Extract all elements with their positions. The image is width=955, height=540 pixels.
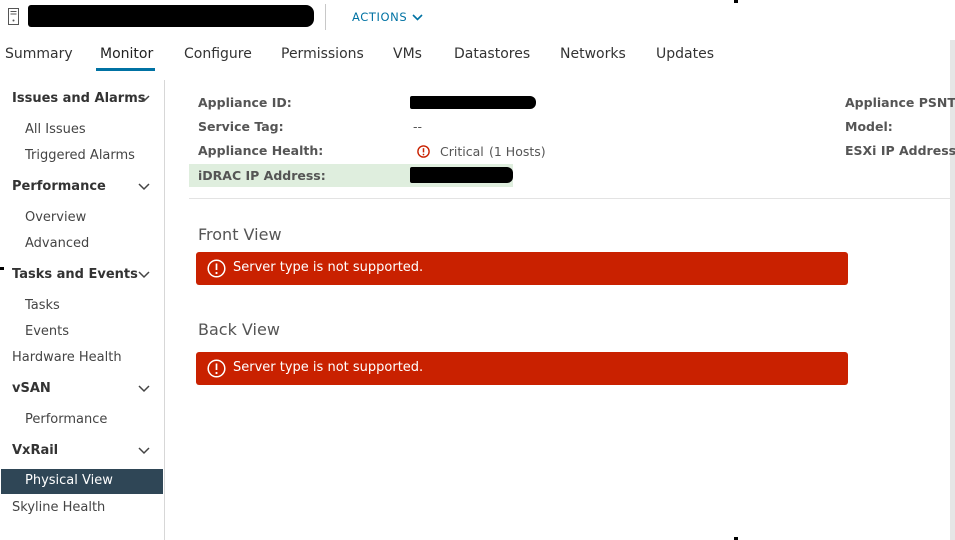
physical-view-panel: Appliance ID: Service Tag: -- Appliance … (164, 80, 955, 540)
active-tab-indicator (96, 68, 155, 71)
health-status: Critical (440, 144, 484, 159)
sidebar-group-label: Issues and Alarms (12, 91, 146, 106)
sidebar-item-tasks[interactable]: Tasks (25, 298, 60, 313)
front-view-title: Front View (198, 225, 282, 244)
tab-monitor[interactable]: Monitor (100, 46, 153, 62)
monitor-sidebar: Issues and Alarms All Issues Triggered A… (0, 80, 165, 540)
chevron-down-icon (138, 447, 150, 455)
sidebar-item-skyline-health[interactable]: Skyline Health (12, 500, 105, 515)
sidebar-group-label: Performance (12, 179, 106, 194)
back-view-title: Back View (198, 320, 280, 339)
sidebar-item-advanced[interactable]: Advanced (25, 236, 89, 251)
sidebar-item-triggered-alarms[interactable]: Triggered Alarms (25, 148, 135, 163)
redacted-host-name (28, 5, 314, 27)
chevron-down-icon (138, 385, 150, 393)
vertical-scrollbar[interactable] (950, 40, 955, 540)
error-icon (207, 259, 226, 278)
tab-vms[interactable]: VMs (393, 46, 422, 62)
critical-alert-icon (417, 145, 430, 158)
back-view-error-alert: Server type is not supported. (196, 352, 848, 385)
chevron-down-icon (138, 271, 150, 279)
tab-bar: Summary Monitor Configure Permissions VM… (0, 44, 950, 72)
tab-configure[interactable]: Configure (184, 46, 252, 62)
idrac-ip-label: iDRAC IP Address: (198, 168, 326, 183)
alert-message: Server type is not supported. (233, 260, 424, 275)
error-icon (207, 359, 226, 378)
tab-updates[interactable]: Updates (656, 46, 714, 62)
model-label: Model: (845, 119, 893, 134)
section-divider (189, 198, 950, 199)
service-tag-value: -- (413, 119, 423, 134)
tab-datastores[interactable]: Datastores (454, 46, 530, 62)
redacted-idrac-ip (410, 167, 513, 183)
sidebar-group-label: VxRail (12, 443, 59, 458)
appliance-health-label: Appliance Health: (198, 143, 324, 158)
tab-networks[interactable]: Networks (560, 46, 626, 62)
esxi-ip-label: ESXi IP Address: (845, 143, 955, 158)
sidebar-item-hardware-health[interactable]: Hardware Health (12, 350, 122, 365)
sidebar-item-overview[interactable]: Overview (25, 210, 86, 225)
server-icon (8, 8, 19, 25)
actions-menu-button[interactable]: ACTIONS (352, 10, 423, 24)
chevron-down-icon (138, 183, 150, 191)
appliance-psnt-label: Appliance PSNT: (845, 95, 955, 110)
chevron-down-icon (412, 13, 423, 21)
divider-handle-mark (734, 0, 738, 3)
tab-summary[interactable]: Summary (5, 46, 73, 62)
appliance-id-label: Appliance ID: (198, 95, 292, 110)
health-hosts-count: (1 Hosts) (489, 144, 546, 159)
actions-label: ACTIONS (352, 10, 408, 24)
header-divider (325, 4, 326, 30)
sidebar-item-physical-view[interactable]: Physical View (1, 469, 163, 494)
object-header: ACTIONS (0, 0, 955, 36)
sidebar-group-label: Tasks and Events (12, 267, 138, 282)
sidebar-group-label: vSAN (12, 381, 51, 396)
chevron-down-icon (138, 95, 150, 103)
tab-permissions[interactable]: Permissions (281, 46, 364, 62)
sidebar-item-vsan-performance[interactable]: Performance (25, 412, 107, 427)
front-view-error-alert: Server type is not supported. (196, 252, 848, 285)
divider-handle-mark (0, 267, 4, 270)
sidebar-item-label: Physical View (25, 473, 113, 488)
sidebar-item-events[interactable]: Events (25, 324, 69, 339)
redacted-appliance-id (410, 96, 536, 109)
sidebar-item-all-issues[interactable]: All Issues (25, 122, 86, 137)
alert-message: Server type is not supported. (233, 360, 424, 375)
service-tag-label: Service Tag: (198, 119, 284, 134)
